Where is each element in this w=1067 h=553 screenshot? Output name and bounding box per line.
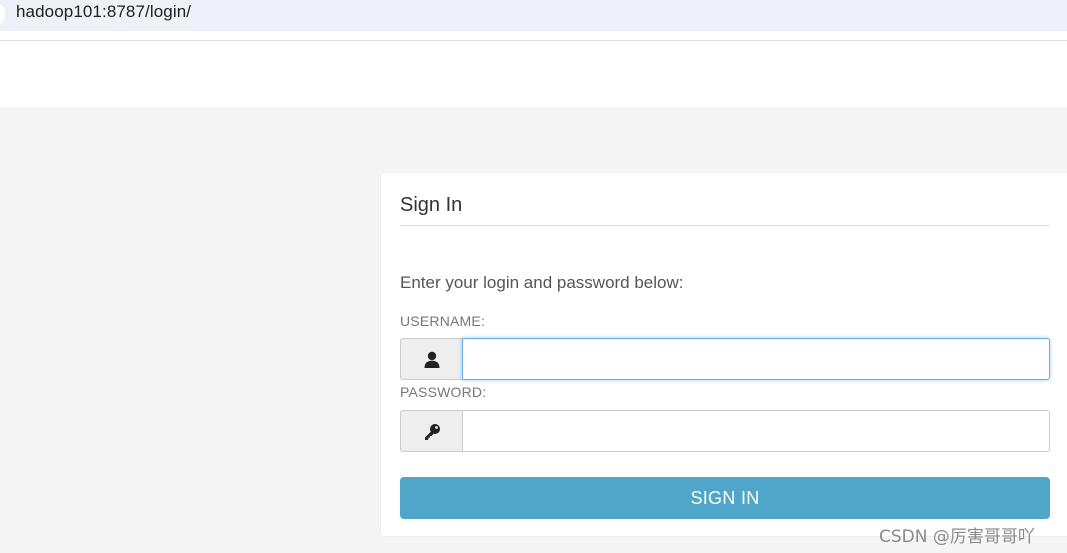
user-icon (424, 351, 440, 368)
password-label: PASSWORD: (400, 384, 487, 400)
browser-address-bar[interactable]: hadoop101:8787/login/ (0, 0, 1067, 31)
url-text[interactable]: hadoop101:8787/login/ (16, 2, 191, 22)
address-bar-edge (0, 4, 5, 24)
username-input[interactable] (462, 338, 1050, 380)
key-icon (425, 424, 440, 440)
card-title: Sign In (400, 194, 463, 216)
password-input[interactable] (462, 410, 1050, 452)
login-instructions: Enter your login and password below: (400, 273, 684, 292)
header-divider (0, 40, 1067, 41)
watermark: CSDN @厉害哥哥吖 (879, 527, 1035, 547)
password-input-group (400, 410, 1050, 452)
username-input-group (400, 338, 1050, 380)
sign-in-button[interactable]: SIGN IN (400, 477, 1050, 519)
username-addon (400, 338, 462, 380)
password-addon (400, 410, 462, 452)
login-card: Sign In Enter your login and password be… (380, 172, 1067, 537)
username-label: USERNAME: (400, 313, 486, 329)
title-divider (400, 225, 1050, 226)
page-header (0, 31, 1067, 107)
